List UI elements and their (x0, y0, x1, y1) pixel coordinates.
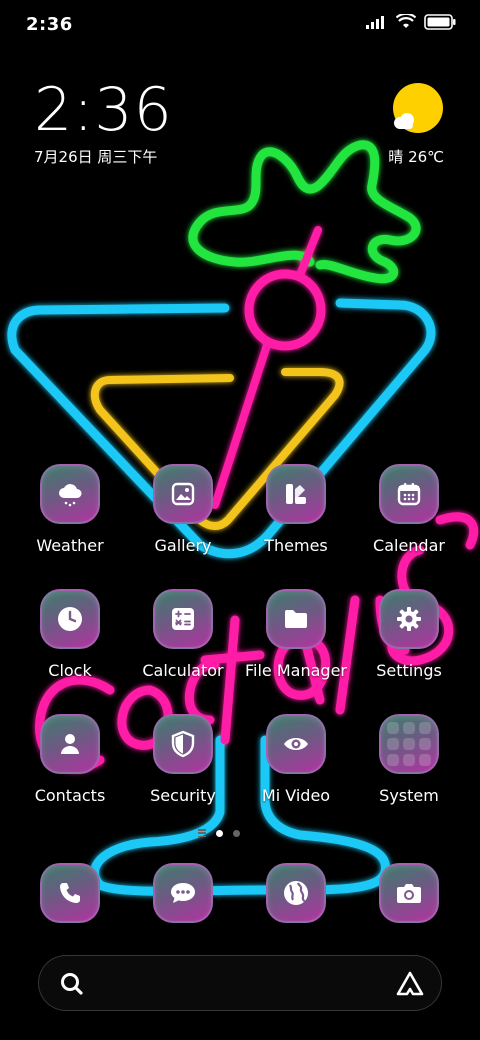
status-time: 2:36 (26, 14, 73, 35)
app-label: System (379, 786, 439, 805)
app-label: Settings (376, 661, 442, 680)
wifi-icon (396, 14, 416, 28)
camera-icon (379, 863, 439, 923)
app-calendar[interactable]: Calendar (353, 464, 465, 555)
search-icon (61, 973, 83, 995)
app-label: Clock (48, 661, 92, 680)
person-icon (40, 714, 100, 774)
feed-page-icon (198, 829, 206, 837)
app-label: Mi Video (261, 786, 331, 805)
app-weather[interactable]: Weather (14, 464, 126, 555)
search-bar[interactable] (38, 955, 442, 1011)
browser-icon (266, 863, 326, 923)
weather-text: 晴 26℃ (388, 148, 444, 166)
app-mi-video[interactable]: Mi Video (240, 714, 352, 805)
themes-icon (266, 464, 326, 524)
app-label: Themes (264, 536, 328, 555)
assistant-icon[interactable] (395, 970, 425, 998)
app-contacts[interactable]: Contacts (14, 714, 126, 805)
gear-icon (379, 589, 439, 649)
app-gallery[interactable]: Gallery (127, 464, 239, 555)
app-label: Weather (36, 536, 104, 555)
calculator-icon (153, 589, 213, 649)
app-clock[interactable]: Clock (14, 589, 126, 680)
weather-widget[interactable]: 晴 26℃ (344, 82, 444, 172)
status-bar: 2:36 (0, 0, 480, 50)
app-label: File Manager (245, 661, 347, 680)
neon-lime (244, 269, 326, 351)
app-label: Gallery (154, 536, 212, 555)
app-label: Contacts (34, 786, 106, 805)
page-indicator[interactable] (198, 829, 240, 837)
app-label: Security (150, 786, 216, 805)
status-icons (366, 14, 456, 30)
battery-icon (424, 14, 456, 30)
weather-icon (40, 464, 100, 524)
folder-icon (266, 589, 326, 649)
dock-browser[interactable] (266, 863, 326, 923)
shield-icon (153, 714, 213, 774)
signal-icon (366, 16, 384, 29)
clock-widget[interactable]: 2:36 7月26日 周三下午 (34, 80, 173, 167)
eye-icon (266, 714, 326, 774)
folder-grid-icon (379, 714, 439, 774)
clock-date: 7月26日 周三下午 (34, 148, 158, 166)
messages-icon (153, 863, 213, 923)
phone-icon (40, 863, 100, 923)
gallery-icon (153, 464, 213, 524)
app-themes[interactable]: Themes (240, 464, 352, 555)
app-label: Calendar (373, 536, 445, 555)
page-dot (233, 829, 240, 837)
folder-mini-apps (387, 722, 431, 766)
app-file-manager[interactable]: File Manager (240, 589, 352, 680)
page-dot-active (216, 829, 223, 837)
dock-messages[interactable] (153, 863, 213, 923)
app-security[interactable]: Security (127, 714, 239, 805)
app-label: Calculator (142, 661, 224, 680)
clock-time: 2:36 (34, 75, 173, 145)
calendar-icon (379, 464, 439, 524)
app-settings[interactable]: Settings (353, 589, 465, 680)
app-calculator[interactable]: Calculator (127, 589, 239, 680)
dock-camera[interactable] (379, 863, 439, 923)
app-system-folder[interactable]: System (353, 714, 465, 805)
sun-cloud-icon (393, 83, 443, 133)
dock-phone[interactable] (40, 863, 100, 923)
clock-icon (40, 589, 100, 649)
